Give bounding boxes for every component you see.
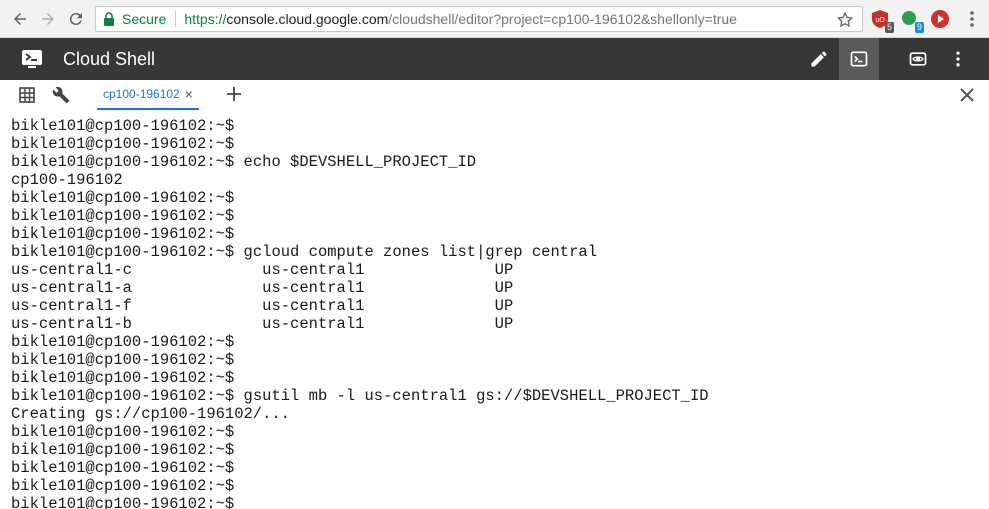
browser-toolbar: Secure https://console.cloud.google.com /… xyxy=(0,0,989,38)
terminal-line: Creating gs://cp100-196102/... xyxy=(11,405,291,423)
terminal-line: bikle101@cp100-196102:~$ xyxy=(11,477,235,495)
back-button[interactable] xyxy=(8,7,32,31)
terminal-view-button[interactable] xyxy=(839,38,879,80)
green-dot-extension-icon[interactable]: 9 xyxy=(900,9,924,33)
add-tab-icon[interactable] xyxy=(224,84,244,104)
terminal-line: bikle101@cp100-196102:~$ xyxy=(11,117,235,135)
terminal-line: bikle101@cp100-196102:~$ xyxy=(11,189,235,207)
ublock-icon[interactable]: uO 5 xyxy=(870,9,894,33)
green-extension-badge: 9 xyxy=(914,22,924,33)
terminal-line: us-central1-b us-central1 UP xyxy=(11,315,514,333)
ublock-badge: 5 xyxy=(884,22,894,33)
bookmark-star-icon[interactable] xyxy=(836,11,854,29)
terminal-line: us-central1-a us-central1 UP xyxy=(11,279,514,297)
terminal-output[interactable]: bikle101@cp100-196102:~$ bikle101@cp100-1… xyxy=(0,110,989,509)
reload-button[interactable] xyxy=(64,7,88,31)
terminal-line: bikle101@cp100-196102:~$ xyxy=(11,441,235,459)
more-options-button[interactable] xyxy=(938,38,978,80)
more-vert-icon xyxy=(956,51,960,67)
reload-icon xyxy=(69,13,82,26)
terminal-line: bikle101@cp100-196102:~$ xyxy=(11,135,235,153)
lock-icon xyxy=(98,7,120,31)
url-scheme: https:// xyxy=(184,11,227,27)
web-preview-button[interactable] xyxy=(898,38,938,80)
terminal-line: bikle101@cp100-196102:~$ xyxy=(11,423,235,441)
svg-text:uO: uO xyxy=(875,17,885,24)
terminal-line: cp100-196102 xyxy=(11,171,123,189)
wrench-icon[interactable] xyxy=(52,86,70,104)
omnibox-divider xyxy=(175,11,177,27)
terminal-line: bikle101@cp100-196102:~$ xyxy=(11,495,235,509)
close-icon[interactable] xyxy=(957,85,977,105)
terminal-line: us-central1-c us-central1 UP xyxy=(11,261,514,279)
launch-code-editor-button[interactable] xyxy=(799,38,839,80)
terminal-line: bikle101@cp100-196102:~$ xyxy=(11,369,235,387)
url-path: /cloudshell/editor?project=cp100-196102&… xyxy=(388,11,737,27)
pencil-icon xyxy=(811,51,827,67)
tab-cp100-196102[interactable]: cp100-196102 × xyxy=(97,80,199,110)
play-extension-icon[interactable] xyxy=(930,9,950,29)
url-host: console.cloud.google.com xyxy=(226,11,389,27)
terminal-icon xyxy=(850,51,868,67)
browser-menu-icon[interactable] xyxy=(962,9,982,29)
forward-arrow-icon xyxy=(42,13,54,25)
back-arrow-icon xyxy=(14,13,26,25)
terminal-line: bikle101@cp100-196102:~$ gsutil mb -l us… xyxy=(11,387,709,405)
terminal-line: bikle101@cp100-196102:~$ xyxy=(11,459,235,477)
tab-label: cp100-196102 xyxy=(103,87,180,101)
terminal-line: bikle101@cp100-196102:~$ xyxy=(11,333,235,351)
address-bar[interactable]: Secure https://console.cloud.google.com /… xyxy=(95,6,863,32)
forward-button[interactable] xyxy=(36,7,60,31)
terminal-line: bikle101@cp100-196102:~$ echo $DEVSHELL_… xyxy=(11,153,477,171)
page-title: Cloud Shell xyxy=(63,49,156,69)
cloud-shell-header: Cloud Shell xyxy=(0,38,989,80)
cloud-shell-logo-icon xyxy=(22,50,42,68)
web-preview-icon xyxy=(909,52,927,66)
tab-close-icon[interactable]: × xyxy=(185,87,193,101)
terminal-line: bikle101@cp100-196102:~$ xyxy=(11,207,235,225)
terminal-line: us-central1-f us-central1 UP xyxy=(11,297,514,315)
session-tabs-bar: cp100-196102 × xyxy=(0,80,989,110)
secure-label: Secure xyxy=(122,11,167,27)
terminal-line: bikle101@cp100-196102:~$ xyxy=(11,351,235,369)
terminal-line: bikle101@cp100-196102:~$ xyxy=(11,225,235,243)
terminal-line: bikle101@cp100-196102:~$ gcloud compute … xyxy=(11,243,597,261)
grid-icon[interactable] xyxy=(18,86,36,104)
